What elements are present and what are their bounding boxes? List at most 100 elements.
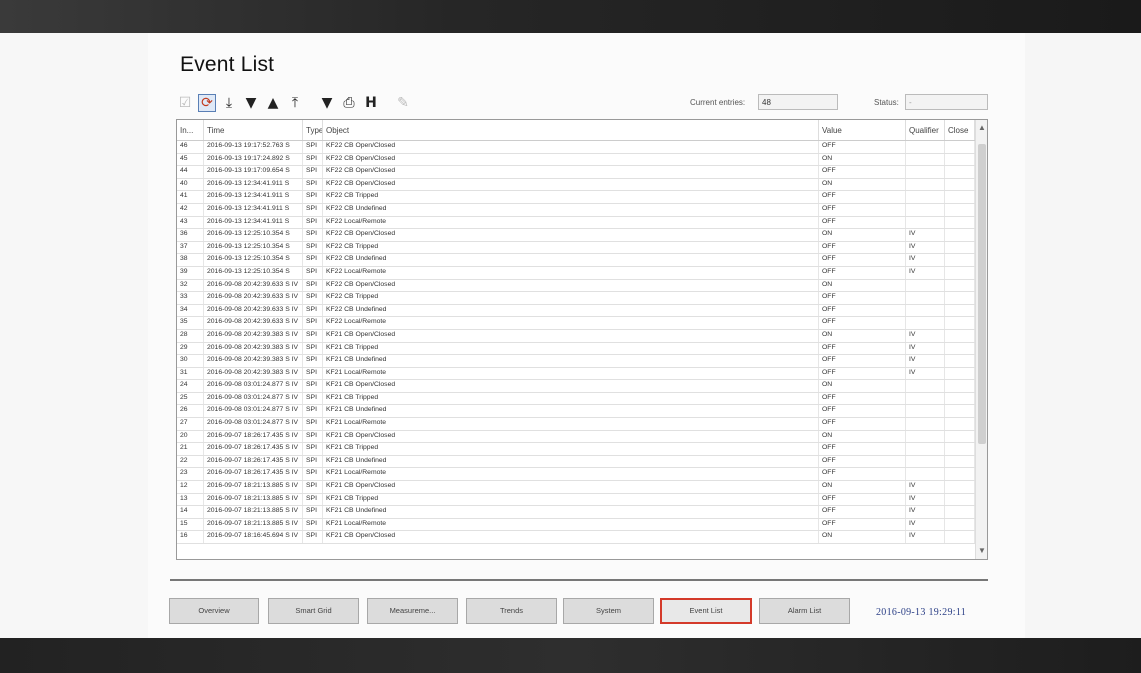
- cell-type: SPI: [303, 468, 323, 481]
- filter-icon[interactable]: ▼: [318, 94, 336, 112]
- cell-close: [945, 266, 975, 279]
- cell-id: 14: [177, 506, 204, 518]
- column-header-time[interactable]: Time: [204, 120, 303, 140]
- cell-type: SPI: [303, 304, 323, 317]
- screen-margin-right: [1025, 33, 1141, 638]
- cell-type: SPI: [303, 178, 323, 191]
- table-row[interactable]: 23 2016-09-07 18:26:17.435 S IV SPI KF21 Lo…: [177, 468, 975, 482]
- nav-overview-button[interactable]: Overview: [169, 598, 259, 624]
- table-row[interactable]: 42 2016-09-13 12:34:41.911 S SPI KF22 CB Un…: [177, 203, 975, 217]
- cell-qual: IV: [906, 481, 945, 493]
- refresh-icon[interactable]: ⟳: [198, 94, 216, 112]
- table-row[interactable]: 38 2016-09-13 12:25:10.354 S SPI KF22 CB Un…: [177, 254, 975, 267]
- scroll-up-icon[interactable]: ▲: [976, 122, 987, 134]
- move-up-icon[interactable]: ▲: [264, 94, 282, 112]
- table-row[interactable]: 33 2016-09-08 20:42:39.633 S IV SPI KF22 CB…: [177, 292, 975, 305]
- table-row[interactable]: 39 2016-09-13 12:25:10.354 S SPI KF22 Local…: [177, 266, 975, 280]
- cell-time: 2016-09-08 03:01:24.877 S IV: [204, 380, 303, 392]
- cell-id: 16: [177, 531, 204, 543]
- history-icon[interactable]: H: [362, 94, 380, 112]
- table-row[interactable]: 12 2016-09-07 18:21:13.885 S IV SPI KF21 CB…: [177, 481, 975, 494]
- cell-qual: [906, 203, 945, 216]
- column-header-object[interactable]: Object: [323, 120, 819, 140]
- nav-measurements-button[interactable]: Measureme...: [367, 598, 458, 624]
- cell-id: 34: [177, 304, 204, 317]
- page-title: Event List: [180, 53, 275, 76]
- table-row[interactable]: 34 2016-09-08 20:42:39.633 S IV SPI KF22 CB…: [177, 304, 975, 318]
- table-row[interactable]: 28 2016-09-08 20:42:39.383 S IV SPI KF21 CB…: [177, 329, 975, 343]
- print-icon[interactable]: ⎙: [340, 94, 358, 112]
- cell-obj: KF21 Local/Remote: [323, 518, 819, 531]
- cell-time: 2016-09-08 20:42:39.633 S IV: [204, 317, 303, 329]
- nav-smart-grid-button[interactable]: Smart Grid: [268, 598, 359, 624]
- cell-qual: IV: [906, 493, 945, 506]
- cell-qual: IV: [906, 518, 945, 531]
- cell-id: 12: [177, 481, 204, 493]
- cell-qual: [906, 317, 945, 329]
- nav-trends-button[interactable]: Trends: [466, 598, 557, 624]
- table-row[interactable]: 30 2016-09-08 20:42:39.383 S IV SPI KF21 CB…: [177, 355, 975, 368]
- cell-val: OFF: [819, 304, 906, 317]
- scrollbar-thumb[interactable]: [978, 144, 986, 444]
- nav-alarm-list-button[interactable]: Alarm List: [759, 598, 850, 624]
- acknowledge-icon[interactable]: ☑: [176, 94, 194, 112]
- event-toolbar: ☑ ⟳ ⤓ ▼ ▲ ⤒ ▼ ⎙ H ✎: [176, 93, 412, 113]
- table-row[interactable]: 14 2016-09-07 18:21:13.885 S IV SPI KF21 CB…: [177, 506, 975, 519]
- cell-time: 2016-09-07 18:16:45.694 S IV: [204, 531, 303, 543]
- cell-obj: KF22 CB Open/Closed: [323, 153, 819, 166]
- table-row[interactable]: 45 2016-09-13 19:17:24.892 S SPI KF22 CB Op…: [177, 153, 975, 167]
- cell-val: OFF: [819, 355, 906, 367]
- nav-event-list-button[interactable]: Event List: [660, 598, 752, 624]
- cell-val: ON: [819, 329, 906, 342]
- table-row[interactable]: 31 2016-09-08 20:42:39.383 S IV SPI KF21 Lo…: [177, 367, 975, 381]
- table-row[interactable]: 29 2016-09-08 20:42:39.383 S IV SPI KF21 CB…: [177, 342, 975, 356]
- status-dropdown[interactable]: -: [905, 94, 988, 110]
- cell-type: SPI: [303, 506, 323, 518]
- vertical-scrollbar[interactable]: ▲ ▼: [975, 120, 987, 559]
- table-row[interactable]: 22 2016-09-07 18:26:17.435 S IV SPI KF21 CB…: [177, 455, 975, 469]
- table-row[interactable]: 44 2016-09-13 19:17:09.654 S SPI KF22 CB Op…: [177, 166, 975, 179]
- table-row[interactable]: 20 2016-09-07 18:26:17.435 S IV SPI KF21 CB…: [177, 430, 975, 444]
- cell-type: SPI: [303, 481, 323, 493]
- column-header-type[interactable]: Type: [303, 120, 323, 140]
- nav-system-button[interactable]: System: [563, 598, 654, 624]
- column-header-close[interactable]: Close: [945, 120, 975, 140]
- cell-obj: KF21 CB Open/Closed: [323, 380, 819, 392]
- jump-last-icon[interactable]: ⤒: [286, 94, 304, 112]
- table-row[interactable]: 16 2016-09-07 18:16:45.694 S IV SPI KF21 CB…: [177, 531, 975, 544]
- column-header-index[interactable]: In...: [177, 120, 204, 140]
- table-row[interactable]: 15 2016-09-07 18:21:13.885 S IV SPI KF21 Lo…: [177, 518, 975, 532]
- table-row[interactable]: 36 2016-09-13 12:25:10.354 S SPI KF22 CB Op…: [177, 229, 975, 242]
- cell-val: OFF: [819, 203, 906, 216]
- table-row[interactable]: 32 2016-09-08 20:42:39.633 S IV SPI KF22 CB…: [177, 279, 975, 293]
- table-row[interactable]: 37 2016-09-13 12:25:10.354 S SPI KF22 CB Tr…: [177, 241, 975, 255]
- table-row[interactable]: 43 2016-09-13 12:34:41.911 S SPI KF22 Local…: [177, 216, 975, 230]
- table-row[interactable]: 13 2016-09-07 18:21:13.885 S IV SPI KF21 CB…: [177, 493, 975, 507]
- scroll-down-icon[interactable]: ▼: [976, 545, 987, 557]
- table-row[interactable]: 25 2016-09-08 03:01:24.877 S IV SPI KF21 CB…: [177, 392, 975, 406]
- table-row[interactable]: 40 2016-09-13 12:34:41.911 S SPI KF22 CB Op…: [177, 178, 975, 192]
- cell-time: 2016-09-07 18:26:17.435 S IV: [204, 430, 303, 443]
- cell-id: 43: [177, 216, 204, 229]
- column-header-value[interactable]: Value: [819, 120, 906, 140]
- table-row[interactable]: 41 2016-09-13 12:34:41.911 S SPI KF22 CB Tr…: [177, 191, 975, 204]
- cell-qual: [906, 153, 945, 166]
- column-header-qualifier[interactable]: Qualifier: [906, 120, 945, 140]
- move-down-icon[interactable]: ▼: [242, 94, 260, 112]
- cell-type: SPI: [303, 317, 323, 329]
- cell-type: SPI: [303, 392, 323, 405]
- cell-id: 45: [177, 153, 204, 166]
- table-row[interactable]: 27 2016-09-08 03:01:24.877 S IV SPI KF21 Lo…: [177, 418, 975, 431]
- cell-id: 26: [177, 405, 204, 418]
- table-row[interactable]: 35 2016-09-08 20:42:39.633 S IV SPI KF22 Lo…: [177, 317, 975, 330]
- cell-id: 39: [177, 266, 204, 279]
- table-row[interactable]: 46 2016-09-13 19:17:52.763 S SPI KF22 CB Op…: [177, 141, 975, 154]
- edit-icon[interactable]: ✎: [394, 94, 412, 112]
- status-label: Status:: [874, 98, 899, 107]
- event-table[interactable]: In... Time Type Object Value Qualifier C…: [176, 119, 988, 560]
- table-row[interactable]: 24 2016-09-08 03:01:24.877 S IV SPI KF21 CB…: [177, 380, 975, 393]
- table-row[interactable]: 26 2016-09-08 03:01:24.877 S IV SPI KF21 CB…: [177, 405, 975, 419]
- jump-first-icon[interactable]: ⤓: [220, 94, 238, 112]
- table-row[interactable]: 21 2016-09-07 18:26:17.435 S IV SPI KF21 CB…: [177, 443, 975, 456]
- cell-close: [945, 279, 975, 292]
